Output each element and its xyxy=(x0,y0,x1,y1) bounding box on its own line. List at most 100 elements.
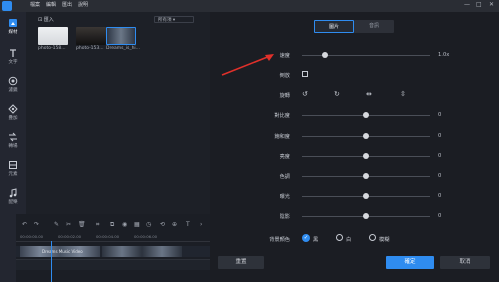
tool-text[interactable]: 文字 xyxy=(0,44,26,68)
minimize-button[interactable]: — xyxy=(464,1,470,8)
media-thumb-label: photo-153... xyxy=(76,46,104,51)
edit-icon[interactable]: ✎ xyxy=(54,221,59,228)
video-clip[interactable] xyxy=(102,246,182,257)
mosaic-icon[interactable]: ▦ xyxy=(134,221,140,228)
bg-blur-radio[interactable] xyxy=(369,234,376,241)
shadow-slider-knob[interactable] xyxy=(363,213,369,219)
rotate-label: 旋轉 xyxy=(279,93,290,99)
flip-vertical-icon[interactable]: ⇳ xyxy=(400,90,406,98)
ruler-tick: 00:00:02.00 xyxy=(58,234,82,239)
bg-black-label: 黑 xyxy=(313,237,319,243)
tool-label: 媒材 xyxy=(8,30,18,35)
ruler-tick: 00:00:06.00 xyxy=(134,234,158,239)
filter-value: 所有項 xyxy=(158,18,172,23)
saturation-value: 0 xyxy=(438,133,442,139)
ok-button[interactable]: 確定 xyxy=(386,256,434,269)
brightness-slider-knob[interactable] xyxy=(363,153,369,159)
media-thumb[interactable] xyxy=(38,27,68,45)
maximize-button[interactable]: □ xyxy=(476,1,482,8)
close-button[interactable]: ✕ xyxy=(489,1,494,8)
title-bar xyxy=(0,0,499,12)
menu-export[interactable]: 匯出 xyxy=(62,1,72,8)
tool-media[interactable]: 媒材 xyxy=(0,14,26,38)
contrast-label: 對比度 xyxy=(274,113,290,119)
speech-icon[interactable]: ⊕ xyxy=(172,221,177,228)
app-logo-icon xyxy=(2,1,12,11)
ruler-tick: 00:00:00.00 xyxy=(20,234,44,239)
tool-overlay[interactable]: 疊加 xyxy=(0,100,26,124)
contrast-value: 0 xyxy=(438,112,442,118)
menu-help[interactable]: 說明 xyxy=(78,1,88,8)
element-icon xyxy=(9,161,17,169)
import-button[interactable]: ⊡ 匯入 xyxy=(38,16,54,23)
tool-label: 元素 xyxy=(8,172,18,177)
shadow-label: 陰影 xyxy=(279,214,290,220)
annotation-arrow-icon xyxy=(221,54,274,76)
bg-white-label: 白 xyxy=(346,237,352,243)
reset-button[interactable]: 重置 xyxy=(218,256,264,269)
brightness-value: 0 xyxy=(438,153,442,159)
reverse-checkbox[interactable] xyxy=(302,71,308,77)
brightness-label: 亮度 xyxy=(279,154,290,160)
media-thumb-label: photo-158... xyxy=(38,46,66,51)
bg-black-radio[interactable]: ✓ xyxy=(302,234,310,242)
speed-value: 1.0x xyxy=(438,52,450,58)
split-icon[interactable]: ✂ xyxy=(66,221,71,228)
bg-color-label: 背景顏色 xyxy=(269,237,290,243)
menu-edit[interactable]: 編輯 xyxy=(46,1,56,8)
exposure-label: 曝光 xyxy=(279,194,290,200)
tab-image[interactable]: 圖片 xyxy=(314,20,354,33)
tool-music[interactable]: 配樂 xyxy=(0,184,26,208)
bg-white-radio[interactable] xyxy=(336,234,343,241)
tool-transition[interactable]: 轉場 xyxy=(0,128,26,152)
import-label: 匯入 xyxy=(43,17,54,23)
media-thumb[interactable] xyxy=(106,27,136,45)
speed-slider-knob[interactable] xyxy=(322,52,328,58)
redo-icon[interactable]: ↷ xyxy=(34,221,39,228)
clip-label: Dreams Music Video xyxy=(42,249,83,254)
tab-audio[interactable]: 音訊 xyxy=(354,20,394,33)
hue-slider-knob[interactable] xyxy=(363,173,369,179)
shadow-value: 0 xyxy=(438,213,442,219)
cancel-button[interactable]: 取消 xyxy=(440,256,490,269)
delete-icon[interactable]: 🗑 xyxy=(78,221,86,228)
text-icon xyxy=(10,49,16,57)
timer-icon[interactable]: ◷ xyxy=(146,221,151,228)
media-filter-select[interactable]: 所有項 ▾ xyxy=(154,16,194,23)
rotate-left-icon[interactable]: ↺ xyxy=(302,90,308,98)
tool-element[interactable]: 元素 xyxy=(0,156,26,180)
tool-filter[interactable]: 濾鏡 xyxy=(0,72,26,96)
media-thumb[interactable] xyxy=(76,27,106,45)
tool-label: 配樂 xyxy=(8,200,18,205)
undo-icon[interactable]: ↶ xyxy=(22,221,27,228)
record-icon[interactable]: ⟲ xyxy=(160,221,165,228)
playhead[interactable] xyxy=(51,241,52,282)
hue-label: 色調 xyxy=(279,174,290,180)
flip-horizontal-icon[interactable]: ⇹ xyxy=(366,90,372,98)
saturation-slider-knob[interactable] xyxy=(363,133,369,139)
preview-icon[interactable]: ◉ xyxy=(122,221,127,228)
tool-label: 文字 xyxy=(8,60,18,65)
text-tool-icon[interactable]: T xyxy=(186,221,190,228)
menu-file[interactable]: 檔案 xyxy=(30,1,40,8)
freeze-icon[interactable]: ⧉ xyxy=(110,221,114,229)
exposure-value: 0 xyxy=(438,193,442,199)
filter-icon xyxy=(8,76,18,86)
contrast-slider-knob[interactable] xyxy=(363,112,369,118)
audio-track xyxy=(16,259,210,270)
transition-icon xyxy=(9,132,17,142)
saturation-label: 飽和度 xyxy=(274,134,290,140)
ruler-tick: 00:00:04.00 xyxy=(96,234,120,239)
tool-label: 轉場 xyxy=(8,144,18,149)
more-icon[interactable]: › xyxy=(200,221,202,228)
overlay-icon xyxy=(8,104,18,114)
crop-icon[interactable]: ⌗ xyxy=(96,221,99,229)
media-icon xyxy=(9,19,17,27)
tool-label: 濾鏡 xyxy=(8,88,18,93)
bg-blur-label: 模糊 xyxy=(379,237,390,243)
media-thumb-label: Dreams_is_hi... xyxy=(106,46,140,51)
exposure-slider-knob[interactable] xyxy=(363,193,369,199)
rotate-right-icon[interactable]: ↻ xyxy=(334,90,340,98)
music-icon xyxy=(9,188,17,198)
tool-label: 疊加 xyxy=(8,116,18,121)
